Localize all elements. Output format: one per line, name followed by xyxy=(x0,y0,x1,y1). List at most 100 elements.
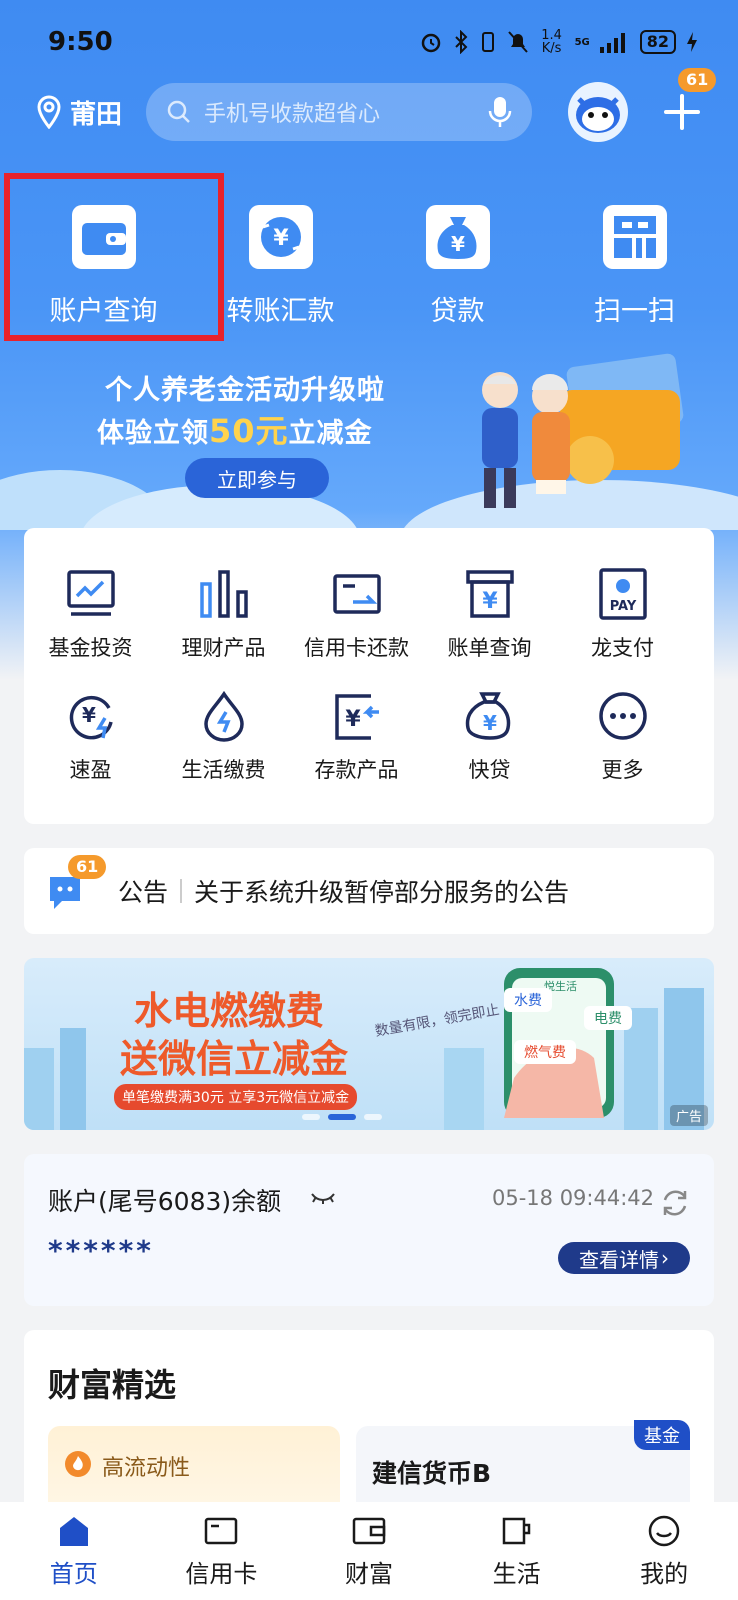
location-pin-icon xyxy=(37,95,61,129)
flame-icon xyxy=(65,1451,91,1477)
tab-wealth[interactable]: 财富 xyxy=(295,1502,443,1600)
notice-badge: 61 xyxy=(68,855,107,879)
service-utility-payment[interactable]: 生活缴费 xyxy=(157,690,290,812)
search-icon xyxy=(167,100,190,123)
balance-card: 账户(尾号6083)余额 ****** 05-18 09:44:42 查看详情 › xyxy=(24,1154,714,1306)
promo-banner[interactable]: 个人养老金活动升级啦 体验立领50元立减金 立即参与 xyxy=(0,353,738,530)
tab-home[interactable]: 首页 xyxy=(0,1502,148,1600)
service-deposit-products[interactable]: ¥ 存款产品 xyxy=(290,690,423,812)
svg-text:¥: ¥ xyxy=(451,232,465,256)
fast-yield-icon: ¥ xyxy=(69,695,113,740)
promo-title: 个人养老金活动升级啦 xyxy=(105,375,385,406)
quick-action-loan[interactable]: ¥ 贷款 xyxy=(369,205,546,328)
vibrate-icon xyxy=(481,32,494,52)
profile-icon xyxy=(648,1515,680,1547)
tag-power: 电费 xyxy=(584,1006,632,1030)
card-icon xyxy=(205,1517,238,1545)
bluetooth-icon xyxy=(454,30,467,54)
wealth-card-tag: 高流动性 xyxy=(102,1456,191,1481)
balance-label: 账户(尾号6083)余额 xyxy=(48,1187,282,1216)
service-long-pay[interactable]: PAY 龙支付 xyxy=(556,568,689,690)
utility-icon xyxy=(203,690,244,742)
wealth-title: 财富精选 xyxy=(48,1366,177,1404)
notification-badge: 61 xyxy=(678,68,717,92)
chevron-right-icon: › xyxy=(661,1246,669,1270)
utility-ad-banner[interactable]: 水电燃缴费 送微信立减金 单笔缴费满30元 立享3元微信立减金 数量有限，领完即… xyxy=(24,958,714,1130)
view-details-button[interactable]: 查看详情 › xyxy=(558,1242,690,1274)
service-quick-loan[interactable]: ¥ 快贷 xyxy=(423,690,556,812)
tab-credit-card[interactable]: 信用卡 xyxy=(148,1502,296,1600)
service-wealth-products[interactable]: 理财产品 xyxy=(157,568,290,690)
tag-gas: 燃气费 xyxy=(514,1040,576,1064)
mute-bell-icon xyxy=(507,31,528,53)
join-now-button[interactable]: 立即参与 xyxy=(185,458,329,498)
net-speed: 1.4 K/s xyxy=(541,28,562,56)
quick-action-label: 扫一扫 xyxy=(594,296,675,327)
dragon-mascot-icon xyxy=(576,97,620,133)
ad-label: 广告 xyxy=(669,1105,708,1126)
services-grid: 基金投资 理财产品 信用卡还款 ¥ 账单查询 PAY 龙支付 ¥ 速盈 生活缴费… xyxy=(24,528,714,824)
carousel-dots xyxy=(302,1114,382,1120)
microphone-icon[interactable] xyxy=(488,95,512,129)
location-label: 莆田 xyxy=(70,99,123,130)
more-icon xyxy=(598,692,647,740)
tab-profile[interactable]: 我的 xyxy=(590,1502,738,1600)
alarm-icon xyxy=(421,33,440,53)
service-more[interactable]: 更多 xyxy=(556,690,689,812)
promo-subtitle: 体验立领50元立减金 xyxy=(97,412,373,450)
status-time: 9:50 xyxy=(48,27,113,57)
loan-bag-icon: ¥ xyxy=(437,217,476,259)
fund-badge: 基金 xyxy=(634,1420,690,1450)
home-icon xyxy=(59,1517,88,1546)
promo-amount: 50元 xyxy=(209,412,289,450)
service-fund[interactable]: 基金投资 xyxy=(24,568,157,690)
svg-text:¥: ¥ xyxy=(345,707,361,732)
cup-icon xyxy=(502,1517,530,1545)
highlight-box xyxy=(4,173,224,341)
eye-closed-icon[interactable] xyxy=(310,1190,336,1206)
wallet-tab-icon xyxy=(352,1517,386,1545)
mascot-avatar[interactable] xyxy=(568,82,628,142)
fund-chart-icon xyxy=(66,570,115,616)
service-bill-query[interactable]: ¥ 账单查询 xyxy=(423,568,556,690)
elderly-couple-illustration xyxy=(482,353,684,508)
banner-title-1: 水电燃缴费 xyxy=(134,989,325,1033)
notice-title: 公告 xyxy=(118,878,169,907)
refresh-icon[interactable] xyxy=(660,1188,690,1218)
bottom-tab-bar: 首页 信用卡 财富 生活 我的 xyxy=(0,1502,738,1600)
location-selector[interactable]: 莆田 xyxy=(36,94,146,131)
credit-card-repay-icon xyxy=(332,574,381,614)
notice-bar[interactable]: 61 公告 关于系统升级暂停部分服务的公告 xyxy=(24,848,714,934)
banner-title-2: 送微信立减金 xyxy=(120,1037,349,1081)
bar-chart-icon xyxy=(199,570,248,618)
quick-action-label: 转账汇款 xyxy=(226,296,335,327)
tab-life[interactable]: 生活 xyxy=(443,1502,591,1600)
status-bar: 9:50 1.4 K/s 5G 82 xyxy=(48,22,698,62)
balance-masked: ****** xyxy=(48,1234,154,1267)
service-credit-card-repay[interactable]: 信用卡还款 xyxy=(290,568,423,690)
tag-water: 水费 xyxy=(504,988,552,1012)
signal-label: 5G xyxy=(574,36,590,48)
search-bar[interactable]: 手机号收款超省心 xyxy=(146,83,532,141)
fund-name: 建信货币B xyxy=(372,1459,492,1488)
scan-icon xyxy=(613,216,656,258)
bill-icon: ¥ xyxy=(465,570,514,618)
balance-timestamp: 05-18 09:44:42 xyxy=(492,1186,655,1210)
charging-icon xyxy=(687,32,697,52)
notice-text: 关于系统升级暂停部分服务的公告 xyxy=(194,878,570,907)
quick-action-scan[interactable]: 扫一扫 xyxy=(546,205,723,328)
deposit-icon: ¥ xyxy=(334,694,379,740)
quick-loan-icon: ¥ xyxy=(465,692,510,740)
battery-level: 82 xyxy=(639,30,676,54)
transfer-icon: ¥ xyxy=(260,217,301,257)
service-fast-yield[interactable]: ¥ 速盈 xyxy=(24,690,157,812)
svg-text:¥: ¥ xyxy=(482,589,498,614)
svg-text:¥: ¥ xyxy=(273,226,289,251)
search-placeholder: 手机号收款超省心 xyxy=(204,102,381,127)
quick-action-label: 贷款 xyxy=(430,296,485,327)
svg-text:PAY: PAY xyxy=(609,599,636,614)
add-button[interactable]: 61 xyxy=(662,68,717,132)
banner-subtitle: 单笔缴费满30元 立享3元微信立减金 xyxy=(114,1084,358,1110)
signal-icon xyxy=(599,33,625,53)
svg-text:¥: ¥ xyxy=(82,703,96,727)
